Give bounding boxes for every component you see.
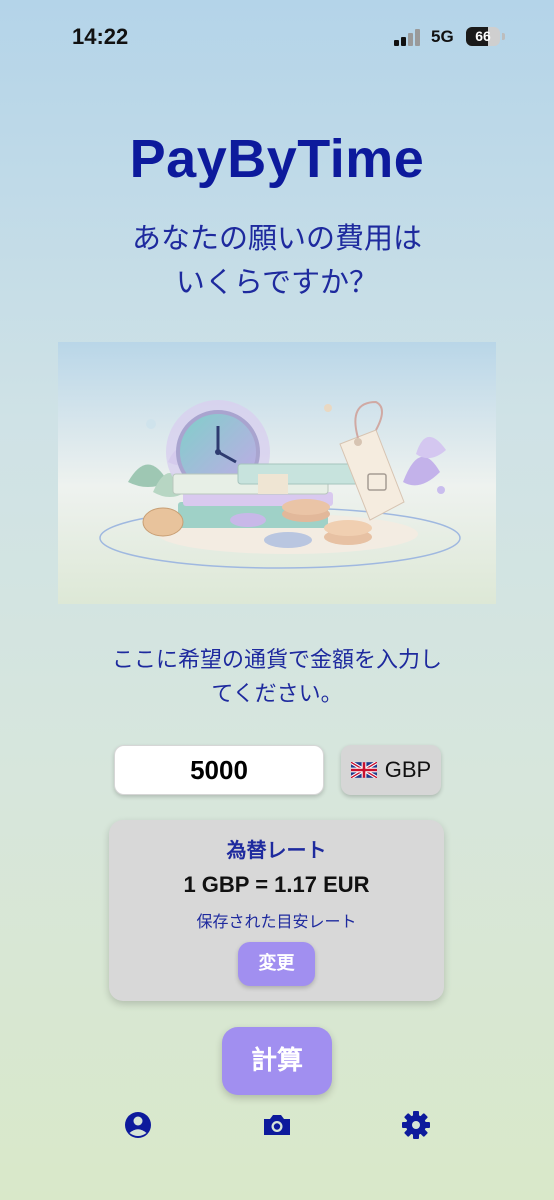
tab-settings[interactable] bbox=[399, 1108, 433, 1142]
amount-input[interactable] bbox=[114, 745, 324, 795]
user-circle-icon bbox=[125, 1112, 151, 1138]
calculate-button[interactable]: 計算 bbox=[222, 1027, 332, 1095]
camera-icon bbox=[264, 1115, 290, 1135]
signal-strength-icon bbox=[394, 28, 424, 46]
battery-icon: 66 bbox=[466, 27, 500, 46]
network-type: 5G bbox=[431, 27, 454, 46]
input-prompt-line-2: てください。 bbox=[211, 682, 343, 707]
battery-percentage: 66 bbox=[475, 28, 491, 44]
currency-selector-button[interactable]: GBP bbox=[341, 745, 441, 795]
headline: あなたの願いの費用は いくらですか？ bbox=[60, 216, 494, 304]
app-title: PayByTime bbox=[129, 129, 425, 189]
input-prompt-line-1: ここに希望の通貨で金額を入力し bbox=[111, 648, 442, 673]
exchange-rate-card: 為替レート 1 GBP = 1.17 EUR 保存された目安レート 変更 bbox=[109, 820, 444, 1001]
tab-camera[interactable] bbox=[260, 1108, 294, 1142]
input-prompt: ここに希望の通貨で金額を入力し てください。 bbox=[60, 644, 494, 712]
headline-line-1: あなたの願いの費用は bbox=[131, 221, 422, 255]
tab-profile[interactable] bbox=[121, 1108, 155, 1142]
exchange-rate-note: 保存された目安レート bbox=[196, 912, 357, 931]
battery-tip bbox=[502, 33, 505, 40]
exchange-rate-value: 1 GBP = 1.17 EUR bbox=[183, 872, 370, 897]
status-time: 14:22 bbox=[72, 24, 129, 49]
uk-flag-icon bbox=[350, 762, 377, 778]
headline-line-2: いくらですか？ bbox=[175, 265, 379, 299]
currency-code: GBP bbox=[384, 757, 432, 782]
gear-icon bbox=[402, 1111, 430, 1139]
status-bar: 14:22 5G 66 bbox=[0, 0, 554, 80]
exchange-rate-title: 為替レート bbox=[226, 838, 327, 862]
hero-illustration bbox=[58, 342, 496, 604]
change-rate-button[interactable]: 変更 bbox=[238, 942, 315, 986]
